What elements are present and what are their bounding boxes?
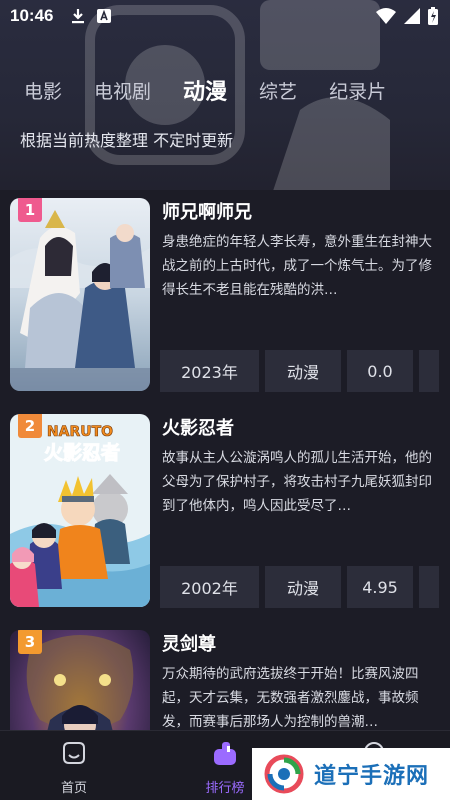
score-tag: 4.95 — [347, 566, 413, 608]
nav-home-label: 首页 — [60, 781, 87, 796]
rank-badge: 2 — [18, 414, 42, 438]
ranking-subtitle: 根据当前热度整理 不定时更新 — [20, 131, 234, 150]
status-time: 10:46 — [10, 6, 54, 25]
tab-tv-series[interactable]: 电视剧 — [94, 77, 151, 104]
watermark-text: 道宁手游网 — [314, 764, 430, 789]
poster-image[interactable]: 1 — [10, 198, 150, 391]
battery-icon — [428, 7, 438, 25]
poster-logo: NARUTO — [47, 424, 113, 440]
item-title[interactable]: 师兄啊师兄 — [162, 198, 252, 224]
watermark-logo: 道宁手游网 — [252, 748, 450, 800]
list-item[interactable]: 3 灵剑尊 万众期待的武府选拔终于开始！比赛风波四起，天才云集，无数强者激烈鏖战… — [0, 622, 450, 730]
item-description: 身患绝症的年轻人李长寿，意外重生在封神大战之前的上古时代，成了一个炼气士。为了修… — [162, 234, 432, 298]
more-tag — [419, 350, 439, 392]
signal-icon — [404, 8, 420, 24]
tab-variety[interactable]: 综艺 — [259, 77, 297, 104]
rank-badge: 1 — [18, 198, 42, 222]
download-icon — [72, 9, 85, 24]
item-tags: 2023年 动漫 0.0 — [160, 350, 439, 392]
year-tag: 2023年 — [160, 350, 259, 392]
item-title[interactable]: 火影忍者 — [162, 414, 234, 440]
header: 10:46 电影 电视剧 动漫 综艺 纪录片 根据当前热度整理 不定时更新 — [0, 0, 450, 190]
poster-image[interactable]: NARUTO 火影忍者 2 — [10, 414, 150, 607]
tab-documentary[interactable]: 纪录片 — [329, 77, 386, 104]
home-icon — [63, 742, 85, 764]
more-tag — [419, 566, 439, 608]
tab-anime[interactable]: 动漫 — [183, 74, 227, 106]
year-tag: 2002年 — [160, 566, 259, 608]
item-tags: 2002年 动漫 4.95 — [160, 566, 439, 608]
category-tabs: 电影 电视剧 动漫 综艺 纪录片 — [0, 70, 450, 110]
nav-home[interactable]: 首页 — [34, 739, 114, 796]
genre-tag: 动漫 — [265, 350, 341, 392]
rank-badge: 3 — [18, 630, 42, 654]
list-item[interactable]: 1 师兄啊师兄 身患绝症的年轻人李长寿，意外重生在封神大战之前的上古时代，成了一… — [0, 190, 450, 406]
poster-logo-cn: 火影忍者 — [44, 442, 120, 464]
poster-art: NARUTO 火影忍者 — [10, 414, 150, 607]
score-tag: 0.0 — [347, 350, 413, 392]
poster-image[interactable]: 3 — [10, 630, 150, 730]
ranking-icon — [214, 742, 236, 765]
list-item[interactable]: NARUTO 火影忍者 2 火影忍者 故事从主人公漩涡鸣人的孤儿生活开始，他的父… — [0, 406, 450, 622]
ranking-list: 1 师兄啊师兄 身患绝症的年轻人李长寿，意外重生在封神大战之前的上古时代，成了一… — [0, 190, 450, 730]
item-description: 故事从主人公漩涡鸣人的孤儿生活开始，他的父母为了保护村子，将攻击村子九尾妖狐封印… — [162, 450, 432, 514]
watermark-swirl-icon — [264, 754, 304, 794]
genre-tag: 动漫 — [265, 566, 341, 608]
status-bar: 10:46 — [0, 0, 450, 32]
wifi-icon — [376, 8, 396, 24]
poster-art — [10, 198, 150, 391]
notification-a-icon — [97, 9, 112, 23]
item-description: 万众期待的武府选拔终于开始！比赛风波四起，天才云集，无数强者激烈鏖战，事故频发，… — [162, 666, 419, 730]
item-title[interactable]: 灵剑尊 — [162, 630, 216, 656]
tab-movie[interactable]: 电影 — [24, 77, 62, 104]
